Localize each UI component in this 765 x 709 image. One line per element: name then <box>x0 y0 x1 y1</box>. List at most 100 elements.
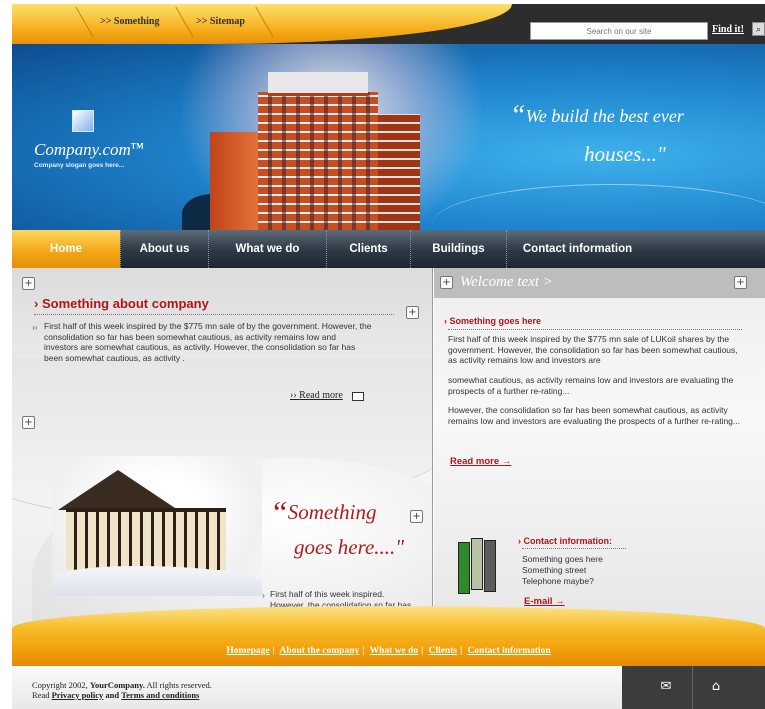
bullet: ›› <box>32 322 38 332</box>
company-name: YourCompany. <box>89 680 145 690</box>
welcome-paragraph-1: First half of this week inspired by the … <box>448 334 738 365</box>
welcome-title: Welcome text > <box>460 274 553 290</box>
nav-item-buildings[interactable]: Buildings <box>410 230 506 268</box>
welcome-read-more-link[interactable]: Read more → <box>450 456 511 467</box>
about-heading: › Something about company <box>34 296 209 311</box>
logo[interactable]: Company.comTM <box>34 140 144 160</box>
mail-icon[interactable]: ✉ <box>656 678 676 696</box>
right-panel: + Welcome text > + › Something goes here… <box>434 268 765 636</box>
mail-icon[interactable] <box>352 392 364 401</box>
divider <box>34 314 394 315</box>
footer-bar <box>12 606 765 666</box>
privacy-policy-link[interactable]: Privacy policy <box>52 690 104 700</box>
expand-icon[interactable]: + <box>440 276 453 289</box>
left-panel: + › Something about company + ›› First h… <box>12 268 472 636</box>
top-link-something[interactable]: >> Something <box>100 16 159 27</box>
divider <box>522 548 626 549</box>
promo-quote-line1: Something <box>287 500 377 524</box>
divider <box>448 329 742 330</box>
copyright-and: and <box>105 689 120 700</box>
arrow-right-icon: → <box>501 456 512 467</box>
welcome-read-more-label: Read more <box>450 456 500 467</box>
contact-heading: › Contact information: <box>518 536 612 546</box>
nav-item-contact-information[interactable]: Contact information <box>506 230 648 268</box>
footer-link-clients[interactable]: Clients <box>429 646 458 656</box>
about-heading-text: Something about company <box>41 296 209 311</box>
promo-quote: “Something goes here...." <box>270 492 404 561</box>
content-area: + › Something about company + ›› First h… <box>12 268 765 636</box>
nav-item-about-us[interactable]: About us <box>120 230 208 268</box>
house-image <box>52 456 262 596</box>
email-link[interactable]: E-mail → <box>524 596 565 607</box>
top-link-sitemap[interactable]: >> Sitemap <box>196 16 245 27</box>
welcome-header: + Welcome text > + <box>434 268 765 298</box>
hero-quote-line1: We build the best ever <box>525 106 684 126</box>
hero-quote-line2: houses..." <box>584 142 666 166</box>
separator: | <box>272 646 275 656</box>
about-read-more-label: Read more <box>299 390 343 401</box>
contact-line-3: Telephone maybe? <box>522 576 594 586</box>
copyright-read: Read <box>32 689 50 700</box>
home-icon[interactable]: ⌂ <box>706 678 726 696</box>
logo-name: Company.com <box>34 140 131 159</box>
search-input[interactable] <box>530 22 708 40</box>
top-bar: >> Something >> Sitemap Find it! ⌕ <box>12 4 765 44</box>
hero-quote: “We build the best ever houses..." <box>510 102 740 165</box>
house-facade <box>66 508 226 570</box>
search-icon[interactable]: ⌕ <box>752 22 765 36</box>
building-facade <box>258 92 378 230</box>
expand-icon[interactable]: + <box>22 277 35 290</box>
copyright-prefix: Copyright 2002, <box>32 680 88 690</box>
separator: | <box>460 646 463 656</box>
promo-quote-line2: goes here...." <box>294 534 405 559</box>
footer-icon-bar: ✉ ⌂ <box>622 666 765 709</box>
tab-separator <box>175 7 194 37</box>
footer-link-what-we-do[interactable]: What we do <box>370 646 419 656</box>
logo-icon <box>72 110 94 132</box>
footer-link-about[interactable]: About the company <box>280 646 360 656</box>
footer-link-homepage[interactable]: Homepage <box>226 646 269 656</box>
book <box>458 542 470 594</box>
copyright-area: Copyright 2002, YourCompany. All rights … <box>12 666 622 709</box>
building-image <box>210 72 420 230</box>
copyright-rights: All rights reserved. <box>146 680 212 690</box>
divider <box>692 666 693 709</box>
expand-icon[interactable]: + <box>734 276 747 289</box>
welcome-paragraph-3: However, the consolidation so far has be… <box>448 405 740 426</box>
hero-banner: Company.comTM Company slogan goes here..… <box>12 44 765 230</box>
contact-line-2: Something street <box>522 565 587 575</box>
expand-icon[interactable]: + <box>22 416 35 429</box>
tab-separator <box>75 7 94 37</box>
expand-icon[interactable]: + <box>410 510 423 523</box>
separator: | <box>362 646 365 656</box>
main-nav: Home About us What we do Clients Buildin… <box>12 230 765 268</box>
building-side <box>378 114 420 230</box>
logo-slogan: Company slogan goes here... <box>34 162 125 169</box>
contact-line-1: Something goes here <box>522 554 603 564</box>
about-read-more-link[interactable]: ›› Read more <box>290 390 343 401</box>
about-body: First half of this week inspired by the … <box>44 321 372 363</box>
contact-heading-text: Contact information: <box>523 536 613 546</box>
footer-link-contact[interactable]: Contact information <box>468 646 551 656</box>
welcome-paragraph-2: somewhat cautious, as activity remains l… <box>448 375 734 396</box>
email-label: E-mail <box>524 596 553 607</box>
bullet: › <box>262 590 265 600</box>
book <box>471 538 483 590</box>
building-top <box>268 72 368 96</box>
tab-separator <box>255 7 274 37</box>
building-flank <box>210 132 260 230</box>
separator: | <box>421 646 424 656</box>
nav-item-what-we-do[interactable]: What we do <box>208 230 326 268</box>
expand-icon[interactable]: + <box>406 306 419 319</box>
nav-item-home[interactable]: Home <box>12 230 120 268</box>
copyright-text: Copyright 2002, YourCompany. All rights … <box>32 680 212 700</box>
welcome-subheading: › Something goes here <box>444 316 542 326</box>
logo-tm: TM <box>130 141 144 151</box>
top-tabs: >> Something >> Sitemap <box>12 4 512 44</box>
nav-item-clients[interactable]: Clients <box>326 230 410 268</box>
terms-link[interactable]: Terms and conditions <box>121 690 199 700</box>
book <box>484 540 496 592</box>
arrow-right-icon: → <box>555 596 565 607</box>
footer-links: Homepage | About the company | What we do |… <box>12 646 765 656</box>
find-button[interactable]: Find it! <box>712 24 744 35</box>
